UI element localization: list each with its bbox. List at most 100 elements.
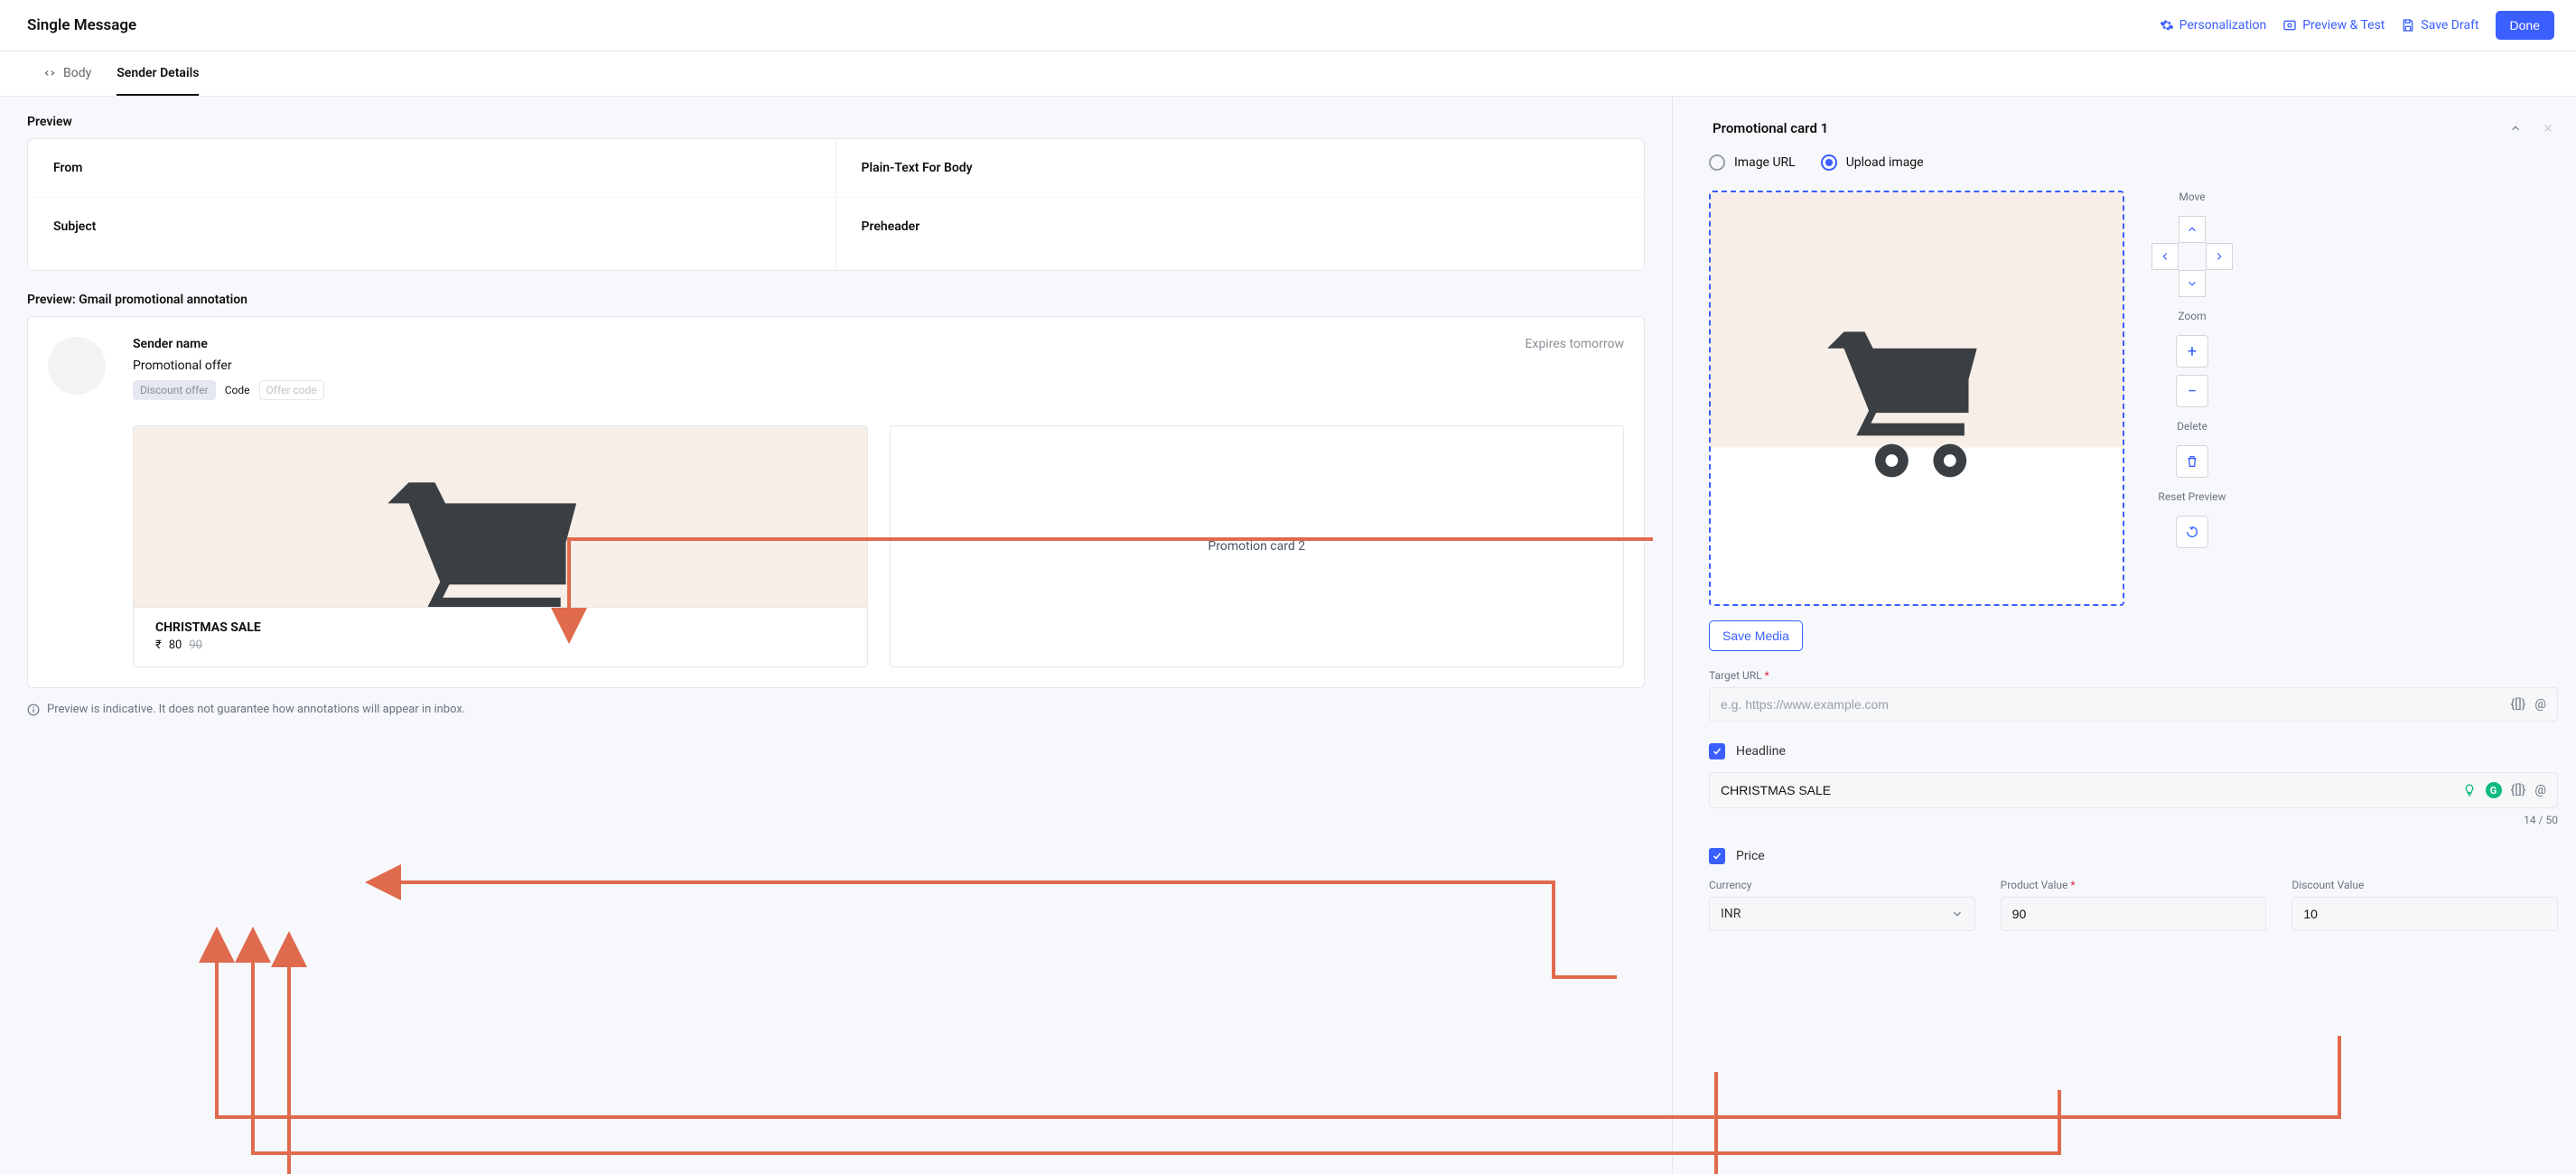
currency-label: Currency [1709, 879, 1975, 891]
tab-body-label: Body [63, 66, 91, 80]
move-up-button[interactable] [2179, 216, 2206, 243]
headline-toggle-label: Headline [1736, 744, 1786, 759]
done-button[interactable]: Done [2496, 11, 2554, 40]
tab-body[interactable]: Body [43, 51, 91, 96]
expires-text: Expires tomorrow [1526, 337, 1624, 351]
price-toggle-label: Price [1736, 849, 1765, 863]
tab-sender-details[interactable]: Sender Details [117, 51, 199, 96]
braces-icon[interactable]: {[]} [2511, 697, 2526, 712]
radio-on-icon [1821, 154, 1837, 171]
promo-card-1-image [134, 426, 867, 607]
save-media-button[interactable]: Save Media [1709, 620, 1803, 651]
offer-code-chip: Offer code [259, 380, 324, 400]
reset-label: Reset Preview [2151, 490, 2233, 503]
radio-upload-image[interactable]: Upload image [1821, 154, 1924, 171]
chevron-up-icon[interactable] [2509, 122, 2522, 135]
content: Preview From Plain-Text For Body Subject… [0, 97, 2576, 1174]
save-draft-label: Save Draft [2421, 18, 2478, 33]
preview-card: From Plain-Text For Body Subject Prehead… [27, 138, 1645, 271]
bulb-icon[interactable] [2462, 783, 2477, 797]
gear-icon [2160, 18, 2174, 33]
move-dpad [2151, 216, 2233, 297]
delete-label: Delete [2151, 420, 2233, 433]
trash-icon [2185, 454, 2199, 469]
headline-checkbox[interactable] [1709, 743, 1725, 759]
chevron-down-icon [1951, 908, 1964, 920]
check-icon [1712, 746, 1722, 757]
tab-sender-label: Sender Details [117, 66, 199, 80]
preview-icon [2282, 18, 2297, 33]
cart-icon [369, 435, 631, 607]
radio-upload-label: Upload image [1846, 155, 1924, 170]
card1-headline: CHRISTMAS SALE [155, 620, 845, 635]
chevron-right-icon [2213, 250, 2226, 263]
topbar-actions: Personalization Preview & Test Save Draf… [2160, 11, 2554, 40]
discount-value-label: Discount Value [2291, 879, 2558, 891]
sender-name: Sender name [133, 337, 208, 351]
plaintext-cell: Plain-Text For Body [836, 139, 1645, 198]
reset-button[interactable] [2176, 516, 2208, 548]
preheader-cell: Preheader [836, 198, 1645, 270]
chevron-up-icon [2186, 223, 2198, 236]
product-value-input-wrap [2001, 897, 2267, 931]
at-icon[interactable]: @ [2534, 783, 2546, 797]
zoom-label: Zoom [2151, 310, 2233, 322]
page-title: Single Message [27, 16, 136, 34]
preview-heading: Preview [27, 115, 1645, 129]
code-label: Code [225, 384, 250, 396]
preview-test-button[interactable]: Preview & Test [2282, 18, 2385, 33]
promo-card-2[interactable]: Promotion card 2 [890, 425, 1625, 667]
headline-input-wrap: G {[]} @ [1709, 772, 2558, 808]
zoom-out-button[interactable]: − [2176, 375, 2208, 407]
acc-title: Promotional card 1 [1713, 120, 1828, 136]
save-draft-button[interactable]: Save Draft [2401, 18, 2478, 33]
grammarly-icon[interactable]: G [2486, 782, 2502, 798]
headline-count: 14 / 50 [1709, 814, 2558, 826]
card1-old-price: 90 [189, 638, 202, 652]
price-checkbox[interactable] [1709, 848, 1725, 864]
headline-input[interactable] [1721, 783, 2455, 797]
preview-test-label: Preview & Test [2302, 18, 2385, 33]
price-toggle-row: Price [1709, 848, 2558, 864]
preview-note: Preview is indicative. It does not guara… [27, 703, 1645, 716]
chevron-left-icon [2159, 250, 2171, 263]
discount-chip: Discount offer [133, 380, 216, 400]
move-down-button[interactable] [2179, 270, 2206, 297]
target-url-input-wrap: {[]} @ [1709, 687, 2558, 722]
upload-preview[interactable] [1709, 191, 2124, 606]
refresh-icon [2185, 525, 2199, 539]
subject-cell: Subject [28, 198, 836, 270]
move-right-button[interactable] [2206, 243, 2233, 270]
radio-image-url[interactable]: Image URL [1709, 154, 1796, 171]
braces-icon[interactable]: {[]} [2511, 783, 2526, 797]
tabs: Body Sender Details [0, 51, 2576, 97]
discount-value-input[interactable] [2303, 907, 2546, 921]
currency-select[interactable]: INR [1709, 897, 1975, 931]
target-url-label: Target URL* [1709, 669, 2558, 682]
zoom-in-button[interactable]: + [2176, 335, 2208, 368]
target-url-input[interactable] [1721, 697, 2504, 712]
chip-row: Discount offer Code Offer code [133, 380, 1624, 400]
chevron-down-icon [2186, 277, 2198, 290]
close-icon[interactable] [2542, 122, 2554, 135]
info-icon [27, 703, 40, 716]
right-column: Promotional card 1 Image URL Upload imag… [1673, 97, 2576, 1174]
currency-value: INR [1721, 907, 1741, 921]
discount-value-input-wrap [2291, 897, 2558, 931]
image-controls: Move Zoom + − [2151, 191, 2233, 606]
personalization-button[interactable]: Personalization [2160, 18, 2267, 33]
delete-button[interactable] [2176, 445, 2208, 478]
accordion-header[interactable]: Promotional card 1 [1709, 115, 2558, 154]
card1-price: 80 [169, 638, 182, 652]
radio-off-icon [1709, 154, 1725, 171]
move-left-button[interactable] [2151, 243, 2179, 270]
personalization-label: Personalization [2179, 18, 2267, 33]
at-icon[interactable]: @ [2534, 697, 2546, 712]
gmail-heading: Preview: Gmail promotional annotation [27, 293, 1645, 307]
preview-note-text: Preview is indicative. It does not guara… [47, 703, 465, 716]
product-value-input[interactable] [2012, 907, 2255, 921]
left-column: Preview From Plain-Text For Body Subject… [0, 97, 1673, 1174]
headline-toggle-row: Headline [1709, 743, 2558, 759]
from-cell: From [28, 139, 836, 198]
move-label: Move [2151, 191, 2233, 203]
